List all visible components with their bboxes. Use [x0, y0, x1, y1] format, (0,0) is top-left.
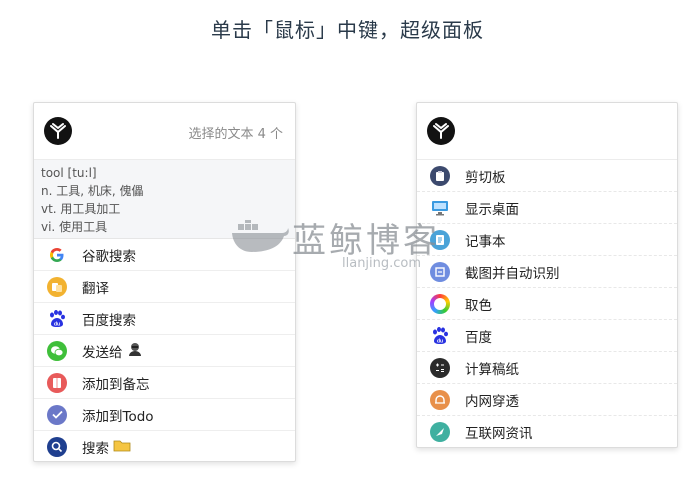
- panel-header: [417, 103, 677, 160]
- menu-item-google-search[interactable]: 谷歌搜索: [34, 239, 295, 271]
- app-logo-icon: [44, 117, 72, 145]
- clipboard-icon: [430, 165, 450, 186]
- menu-item-label: 计算稿纸: [465, 361, 519, 378]
- app-logo-icon: [427, 117, 455, 145]
- tunnel-icon: [430, 389, 450, 410]
- menu-item-label: 截图并自动识别: [465, 265, 560, 282]
- menu-item-label: 添加到Todo: [82, 408, 154, 425]
- menu-item-label: 显示桌面: [465, 201, 519, 218]
- memo-icon: [47, 372, 67, 393]
- notepad-icon: [430, 229, 450, 250]
- panel-header: 选择的文本 4 个: [34, 103, 295, 160]
- menu-item-calculator[interactable]: 计算稿纸: [417, 352, 677, 384]
- screenshot-ocr-icon: [430, 261, 450, 282]
- menu-item-screenshot-ocr[interactable]: 截图并自动识别: [417, 256, 677, 288]
- person-icon: [127, 341, 143, 361]
- google-icon: [47, 244, 67, 265]
- menu-item-color-picker[interactable]: 取色: [417, 288, 677, 320]
- dictionary-result: tool [tu:l] n. 工具, 机床, 傀儡 vt. 用工具加工 vi. …: [34, 160, 295, 239]
- menu-item-baidu[interactable]: du 百度: [417, 320, 677, 352]
- dict-word: tool [tu:l]: [41, 166, 97, 180]
- dict-line: n. 工具, 机床, 傀儡: [41, 184, 144, 198]
- translate-icon: [47, 276, 67, 297]
- dict-line: vi. 使用工具: [41, 220, 108, 234]
- menu-item-label: 记事本: [465, 233, 506, 250]
- menu-item-label: 剪切板: [465, 169, 506, 186]
- menu-item-translate[interactable]: 翻译: [34, 271, 295, 303]
- svg-text:du: du: [54, 321, 60, 327]
- dict-line: vt. 用工具加工: [41, 202, 121, 216]
- menu-item-label: 发送给: [82, 344, 123, 361]
- menu-item-add-todo[interactable]: 添加到Todo: [34, 399, 295, 431]
- menu-item-search[interactable]: 搜索: [34, 431, 295, 461]
- desktop-icon: [430, 198, 450, 218]
- super-panel-text: 选择的文本 4 个 tool [tu:l] n. 工具, 机床, 傀儡 vt. …: [33, 102, 296, 462]
- watermark-url: llanjing.com: [342, 256, 422, 271]
- menu-item-tunnel[interactable]: 内网穿透: [417, 384, 677, 416]
- menu-item-label: 搜索: [82, 440, 109, 457]
- selection-info: 选择的文本 4 个: [188, 127, 283, 142]
- menu-item-send-to[interactable]: 发送给: [34, 335, 295, 367]
- menu-item-show-desktop[interactable]: 显示桌面: [417, 192, 677, 224]
- menu-item-news[interactable]: 互联网资讯: [417, 416, 677, 447]
- super-panel-blank: 剪切板 显示桌面 记事本 截图并自动识别 取色 du 百度 计算稿纸 内网穿透 …: [416, 102, 678, 448]
- menu-item-label: 互联网资讯: [465, 425, 533, 442]
- menu-item-baidu-search[interactable]: du 百度搜索: [34, 303, 295, 335]
- menu-item-label: 翻译: [82, 280, 109, 297]
- baidu-icon: du: [430, 325, 450, 346]
- menu-item-label: 内网穿透: [465, 393, 519, 410]
- menu-item-label: 添加到备忘: [82, 376, 150, 393]
- todo-icon: [47, 404, 67, 425]
- news-icon: [430, 421, 450, 442]
- svg-text:du: du: [437, 338, 443, 344]
- menu-item-label: 取色: [465, 297, 492, 314]
- menu-item-add-memo[interactable]: 添加到备忘: [34, 367, 295, 399]
- wechat-icon: [47, 340, 67, 361]
- menu-item-label: 百度: [465, 329, 492, 346]
- menu-item-clipboard[interactable]: 剪切板: [417, 160, 677, 192]
- calculator-icon: [430, 357, 450, 378]
- menu-item-label: 百度搜索: [82, 312, 136, 329]
- page-title: 单击「鼠标」中键，超级面板: [211, 18, 484, 42]
- menu-item-notepad[interactable]: 记事本: [417, 224, 677, 256]
- baidu-icon: du: [47, 308, 67, 329]
- folder-icon: [113, 438, 131, 456]
- menu-item-label: 谷歌搜索: [82, 248, 136, 265]
- search-icon: [47, 436, 67, 457]
- color-picker-icon: [430, 293, 450, 314]
